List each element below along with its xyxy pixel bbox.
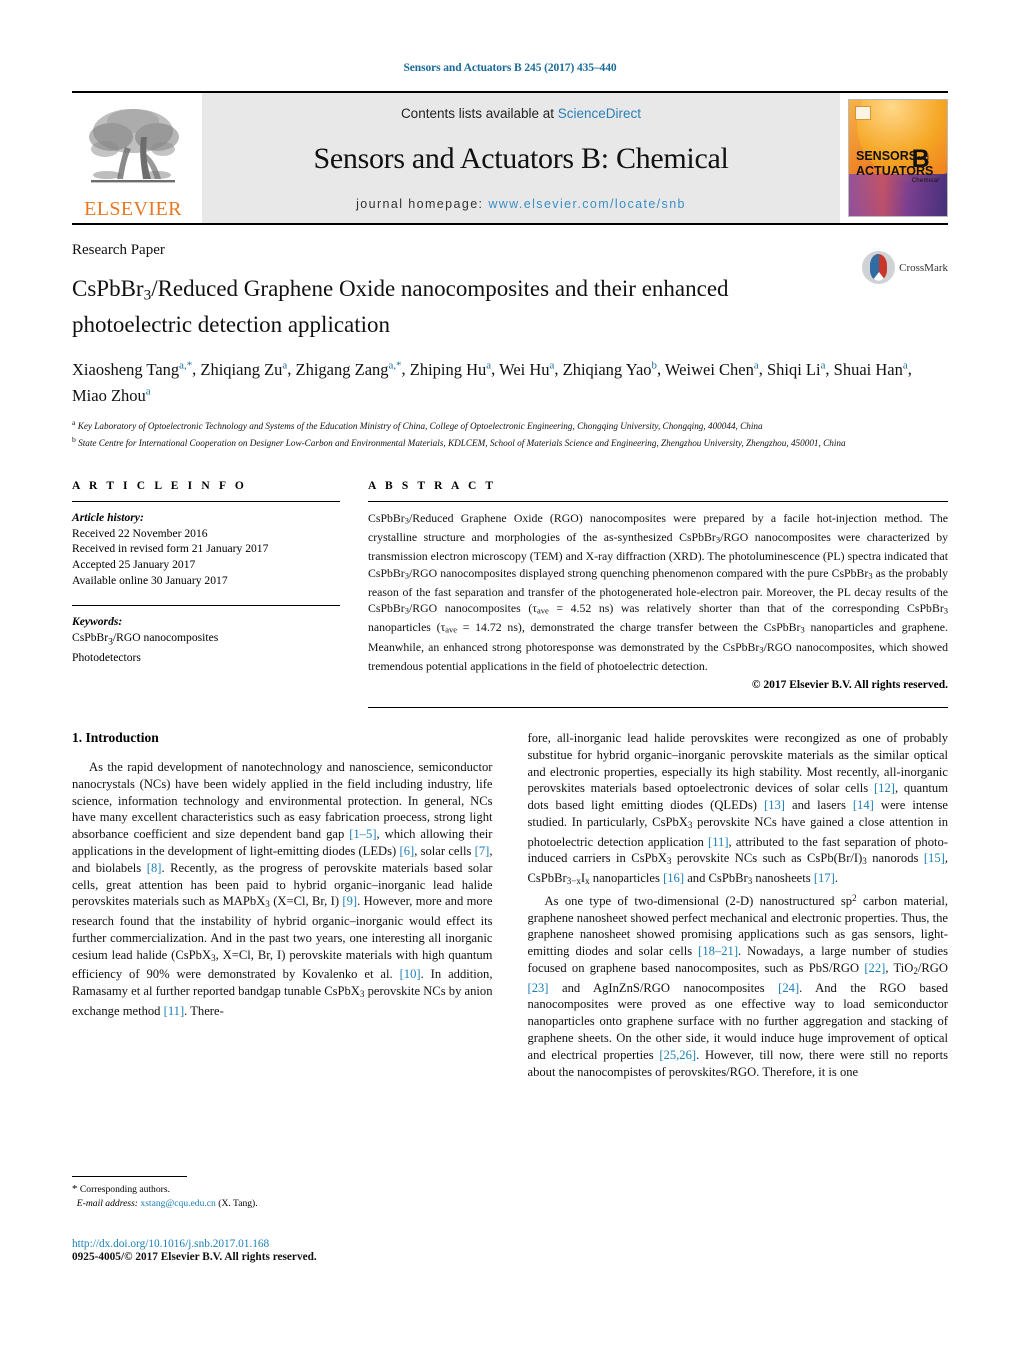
journal-cover-thumbnail: SENSORSand ACTUATORS B Chemical — [848, 99, 948, 217]
corresponding-author-note: * Corresponding authors. E-mail address:… — [72, 1183, 493, 1210]
citation-link[interactable]: [11] — [164, 1004, 185, 1018]
footnote-block: * Corresponding authors. E-mail address:… — [72, 1176, 493, 1210]
keywords-block: Keywords: CsPbBr3/RGO nanocomposites Pho… — [72, 614, 340, 665]
body-column-right: fore, all-inorganic lead halide perovski… — [528, 730, 949, 1210]
citation-link[interactable]: [18–21] — [698, 944, 738, 958]
author-list: Xiaosheng Tanga,*, Zhiqiang Zua, Zhigang… — [72, 359, 912, 406]
email-link[interactable]: xstang@cqu.edu.cn — [140, 1198, 215, 1209]
article-info-heading: A R T I C L E I N F O — [72, 480, 247, 493]
author-item: Weiwei Chena — [664, 359, 759, 379]
keywords-label: Keywords: — [72, 615, 123, 629]
citation-link[interactable]: [15] — [924, 851, 945, 865]
author-item: Zhiqiang Zua — [200, 359, 288, 379]
intro-paragraph-right-1: fore, all-inorganic lead halide perovski… — [527, 731, 949, 886]
history-item: Received in revised form 21 January 2017 — [72, 542, 269, 556]
article-body: 1. Introduction As the rapid development… — [72, 730, 948, 1210]
abstract-bottom-rule — [368, 707, 948, 709]
email-label: E-mail address: — [76, 1197, 138, 1209]
elsevier-logo: ELSEVIER — [72, 93, 194, 223]
citation-link[interactable]: [23] — [528, 981, 549, 995]
cover-letter-subtitle: Chemical — [911, 178, 939, 184]
intro-paragraph-right-2: As one type of two-dimensional (2-D) nan… — [527, 892, 949, 1079]
elsevier-tree-icon — [81, 103, 185, 199]
article-history: Article history: Received 22 November 20… — [72, 510, 340, 588]
abstract-heading: A B S T R A C T — [368, 480, 497, 493]
keyword-item: Photodetectors — [72, 650, 141, 664]
affiliation-item: a Key Laboratory of Optoelectronic Techn… — [72, 418, 763, 432]
title-part-1: CsPbBr — [72, 276, 144, 302]
author-item: Shiqi Lia — [766, 359, 826, 379]
author-item: Zhiping Hua — [409, 359, 492, 379]
crossmark-label: CrossMark — [899, 261, 948, 274]
citation-link[interactable]: [9] — [342, 894, 357, 908]
abstract-copyright: © 2017 Elsevier B.V. All rights reserved… — [751, 679, 948, 692]
citation-link[interactable]: [25,26] — [659, 1048, 696, 1062]
info-abstract-region: A R T I C L E I N F O Article history: R… — [72, 480, 948, 709]
affiliations: a Key Laboratory of Optoelectronic Techn… — [72, 416, 948, 450]
author-item: Zhiqiang Yaob — [562, 359, 657, 379]
crossmark-badge[interactable]: CrossMark — [862, 251, 948, 284]
article-title-block: Research Paper CsPbBr3/Reduced Graphene … — [72, 225, 948, 450]
citation-link[interactable]: [1–5] — [349, 827, 376, 841]
citation-link[interactable]: [17] — [814, 871, 835, 885]
contents-available-line: Contents lists available at ScienceDirec… — [401, 106, 641, 121]
sciencedirect-link[interactable]: ScienceDirect — [558, 106, 641, 121]
citation-link[interactable]: [10] — [400, 967, 421, 981]
contents-prefix: Contents lists available at — [400, 106, 558, 121]
journal-title: Sensors and Actuators B: Chemical — [313, 142, 729, 175]
homepage-prefix: journal homepage: — [356, 197, 489, 211]
history-item: Available online 30 January 2017 — [72, 573, 228, 587]
page-footer: http://dx.doi.org/10.1016/j.snb.2017.01.… — [72, 1238, 317, 1263]
history-item: Received 22 November 2016 — [72, 526, 208, 540]
paper-page: Sensors and Actuators B 245 (2017) 435–4… — [0, 0, 1020, 1351]
issn-copyright-line: 0925-4005/© 2017 Elsevier B.V. All right… — [72, 1251, 317, 1263]
homepage-url-link[interactable]: www.elsevier.com/locate/snb — [488, 197, 686, 211]
abstract-body: CsPbBr3/Reduced Graphene Oxide (RGO) nan… — [368, 511, 948, 673]
citation-link[interactable]: [13] — [764, 798, 785, 812]
corresponding-text: Corresponding authors. — [79, 1184, 170, 1196]
citation-link[interactable]: [14] — [853, 798, 874, 812]
body-column-left: 1. Introduction As the rapid development… — [72, 730, 493, 1210]
intro-paragraph-left: As the rapid development of nanotechnolo… — [72, 760, 493, 1018]
citation-link[interactable]: [8] — [147, 861, 162, 875]
citation-link[interactable]: [11] — [708, 835, 729, 849]
article-info-column: A R T I C L E I N F O Article history: R… — [72, 480, 340, 708]
citation-link[interactable]: [12] — [874, 781, 895, 795]
author-item: Miao Zhoua — [72, 385, 151, 406]
author-item: Wei Hua — [499, 359, 555, 379]
running-head: Sensors and Actuators B 245 (2017) 435–4… — [403, 62, 617, 74]
journal-homepage-line: journal homepage: www.elsevier.com/locat… — [356, 197, 686, 211]
article-type-kicker: Research Paper — [72, 242, 165, 258]
citation-link[interactable]: [7] — [475, 844, 490, 858]
elsevier-wordmark: ELSEVIER — [84, 198, 182, 220]
title-part-2: /Reduced Graphene Oxide nanocomposites a… — [151, 276, 636, 302]
abstract-column: A B S T R A C T CsPbBr3/Reduced Graphene… — [368, 480, 948, 709]
affiliation-item: b State Centre for International Coopera… — [72, 435, 846, 449]
footnote-rule — [72, 1176, 187, 1178]
cover-line1: SENSORS — [856, 149, 918, 163]
footnote-star: * — [72, 1183, 78, 1196]
author-item: Zhigang Zanga,* — [295, 359, 402, 379]
author-item: Shuai Hana — [833, 359, 908, 379]
article-info-rule — [72, 501, 340, 503]
history-item: Accepted 25 January 2017 — [72, 558, 196, 572]
citation-link[interactable]: [16] — [663, 871, 684, 885]
cover-elsevier-mark — [855, 106, 871, 120]
keywords-rule — [72, 605, 340, 607]
cover-letter-b: B Chemical — [911, 147, 939, 192]
abstract-rule — [368, 501, 948, 503]
article-history-label: Article history: — [72, 511, 144, 525]
masthead-center: Contents lists available at ScienceDirec… — [202, 93, 840, 223]
citation-link[interactable]: [22] — [864, 961, 885, 975]
section-heading-introduction: 1. Introduction — [72, 730, 159, 746]
keyword-item: CsPbBr3/RGO nanocomposites — [72, 630, 219, 648]
citation-link[interactable]: [24] — [778, 981, 799, 995]
email-suffix: (X. Tang). — [218, 1197, 258, 1209]
journal-masthead: ELSEVIER Contents lists available at Sci… — [72, 91, 948, 223]
citation-link[interactable]: [6] — [400, 844, 415, 858]
author-item: Xiaosheng Tanga,* — [72, 359, 193, 379]
crossmark-icon — [862, 251, 896, 284]
doi-link[interactable]: http://dx.doi.org/10.1016/j.snb.2017.01.… — [72, 1238, 317, 1250]
page-title: CsPbBr3/Reduced Graphene Oxide nanocompo… — [72, 274, 762, 338]
